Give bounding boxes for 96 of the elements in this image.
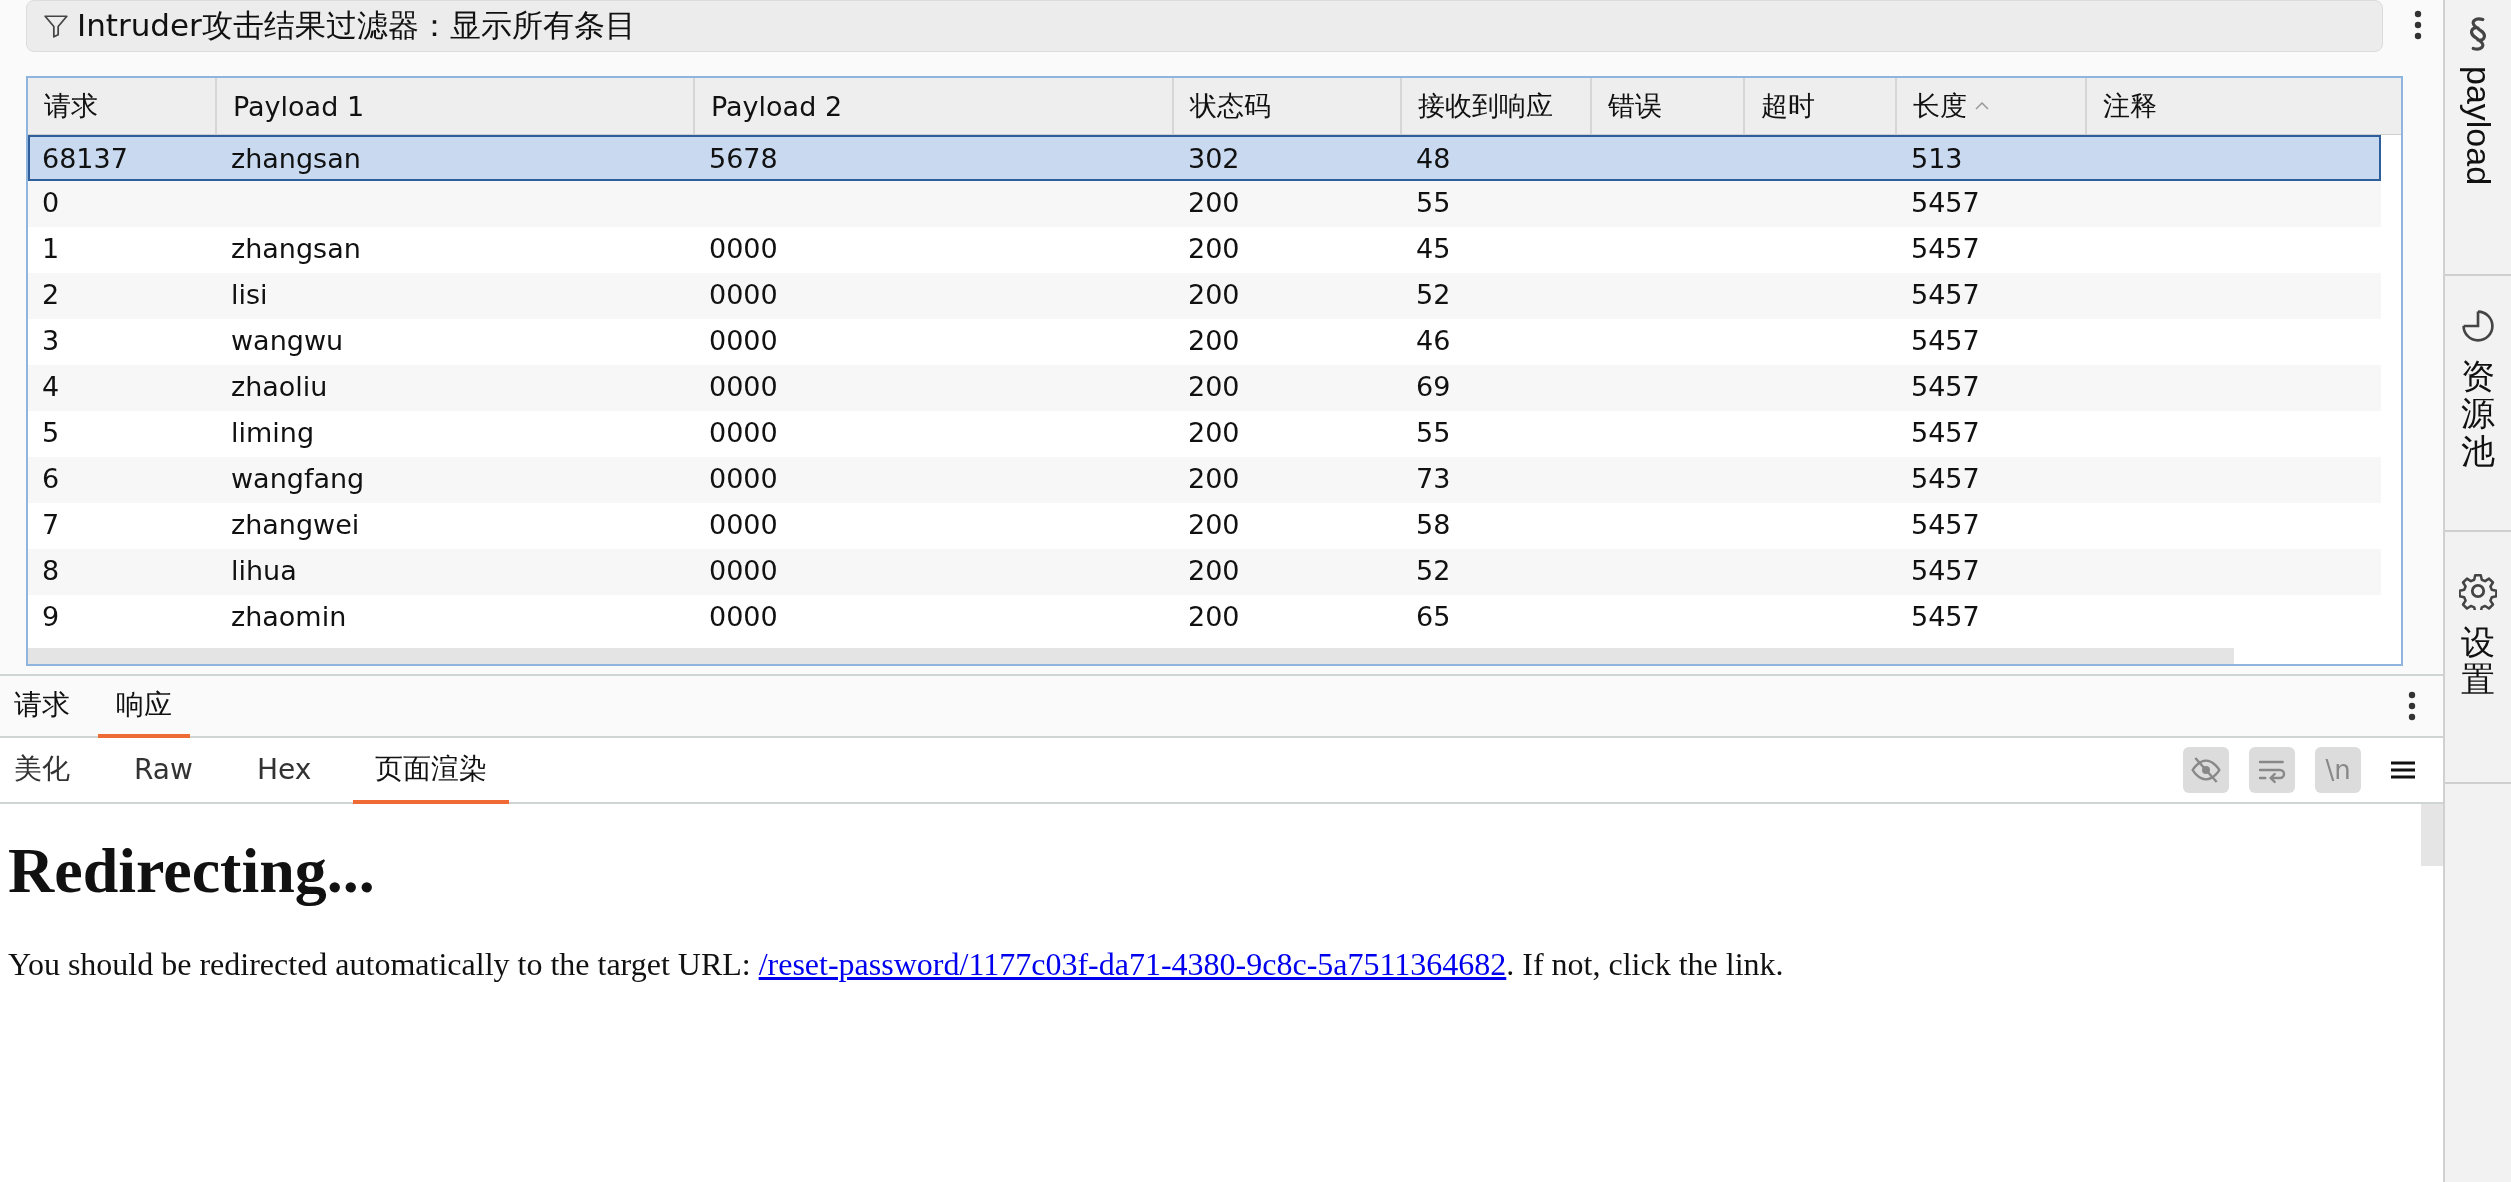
length-cell-text: 5457 xyxy=(1910,324,1981,358)
payload-cell-text: liming xyxy=(230,416,316,450)
word-wrap-icon[interactable] xyxy=(2249,747,2295,793)
status-cell-text: 200 xyxy=(1187,508,1241,542)
table-row[interactable]: 8 lihua 0000 200 52 5457 xyxy=(28,549,2381,595)
payload-cell-text: wangwu xyxy=(230,324,345,358)
payload-cell-text: 0000 xyxy=(708,370,779,404)
view-tab[interactable]: Hex xyxy=(234,738,334,804)
more-options-icon[interactable] xyxy=(2407,691,2417,721)
hide-icon[interactable] xyxy=(2183,747,2229,793)
payload-cell-text: 0000 xyxy=(708,508,779,542)
sidebar-label: 资源池 xyxy=(2461,358,2495,471)
vertical-scrollbar[interactable] xyxy=(2421,804,2443,866)
payload-cell-text: lisi xyxy=(230,278,269,312)
status-cell-text: 200 xyxy=(1187,278,1241,312)
payload-cell-text: zhangwei xyxy=(230,508,361,542)
request-cell-text: 3 xyxy=(41,324,61,358)
request-cell-text: 2 xyxy=(41,278,61,312)
length-cell-text: 5457 xyxy=(1910,278,1981,312)
status-cell-text: 200 xyxy=(1187,186,1241,220)
length-cell-text: 5457 xyxy=(1910,186,1981,220)
table-row[interactable]: 2 lisi 0000 200 52 5457 xyxy=(28,273,2381,319)
response-time-cell-text: 52 xyxy=(1415,278,1452,312)
length-cell-text: 5457 xyxy=(1910,508,1981,542)
response-time-cell-text: 73 xyxy=(1415,462,1452,496)
sidebar-label: 设置 xyxy=(2461,624,2495,699)
sidebar-tab[interactable]: 设置 xyxy=(2445,532,2511,784)
request-cell-text: 68137 xyxy=(41,142,129,176)
view-tab[interactable]: 美化 xyxy=(0,738,92,804)
message-tab[interactable]: 请求 xyxy=(0,676,88,738)
payload-cell-text: zhangsan xyxy=(230,142,362,176)
payload-cell-text: zhaomin xyxy=(230,600,348,634)
payload-cell-text: 0000 xyxy=(708,278,779,312)
payload-cell-text: 0000 xyxy=(708,462,779,496)
sidebar-label: payload xyxy=(2458,66,2498,186)
payload-cell-text: zhaoliu xyxy=(230,370,329,404)
response-time-cell-text: 69 xyxy=(1415,370,1452,404)
request-cell-text: 1 xyxy=(41,232,61,266)
request-cell-text: 7 xyxy=(41,508,61,542)
response-time-cell-text: 55 xyxy=(1415,416,1452,450)
response-time-cell-text: 45 xyxy=(1415,232,1452,266)
view-tab[interactable]: Raw xyxy=(112,738,215,804)
status-cell-text: 200 xyxy=(1187,416,1241,450)
settings-icon xyxy=(2459,572,2497,610)
status-cell-text: 200 xyxy=(1187,370,1241,404)
status-cell-text: 200 xyxy=(1187,600,1241,634)
length-cell-text: 5457 xyxy=(1910,232,1981,266)
payload-cell-text: wangfang xyxy=(230,462,366,496)
payload-cell-text: zhangsan xyxy=(230,232,362,266)
status-cell-text: 200 xyxy=(1187,324,1241,358)
payload-cell-text: 5678 xyxy=(708,142,779,176)
table-row[interactable]: 68137 zhangsan 5678 302 48 513 xyxy=(28,135,2381,181)
length-cell-text: 5457 xyxy=(1910,554,1981,588)
request-cell-text: 0 xyxy=(41,186,61,220)
response-time-cell-text: 48 xyxy=(1415,142,1452,176)
request-cell-text: 6 xyxy=(41,462,61,496)
request-cell-text: 4 xyxy=(41,370,61,404)
response-time-cell-text: 55 xyxy=(1415,186,1452,220)
response-time-cell-text: 52 xyxy=(1415,554,1452,588)
horizontal-scrollbar[interactable] xyxy=(28,648,2234,664)
status-cell-text: 200 xyxy=(1187,462,1241,496)
status-cell-text: 302 xyxy=(1187,142,1241,176)
more-options-icon[interactable] xyxy=(2413,10,2423,40)
response-time-cell-text: 58 xyxy=(1415,508,1452,542)
payload-cell-text: 0000 xyxy=(708,324,779,358)
table-row[interactable]: 0 200 55 5457 xyxy=(28,181,2381,227)
length-cell-text: 5457 xyxy=(1910,416,1981,450)
filter-icon xyxy=(43,13,69,39)
payload-cell-text: 0000 xyxy=(708,600,779,634)
payload-cell-text: 0000 xyxy=(708,554,779,588)
column-header[interactable]: 注释 xyxy=(2087,78,2382,134)
length-cell-text: 5457 xyxy=(1910,462,1981,496)
pie-chart-icon xyxy=(2460,308,2496,344)
sidebar-tab[interactable]: 资源池 xyxy=(2445,276,2511,532)
payload-cell-text: 0000 xyxy=(708,416,779,450)
table-row[interactable]: 4 zhaoliu 0000 200 69 5457 xyxy=(28,365,2381,411)
redirect-link[interactable]: /reset-password/1177c03f-da71-4380-9c8c-5a7511364682 xyxy=(758,946,1507,982)
response-time-cell-text: 46 xyxy=(1415,324,1452,358)
payload-cell-text: lihua xyxy=(230,554,298,588)
status-cell-text: 200 xyxy=(1187,232,1241,266)
request-cell-text: 9 xyxy=(41,600,61,634)
status-cell-text: 200 xyxy=(1187,554,1241,588)
page-heading: Redirecting... xyxy=(8,834,376,908)
length-cell-text: 513 xyxy=(1910,142,1964,176)
redirect-message: You should be redirected automatically to the target URL: /reset-password/1177c03f-da71-4380-9c8c-5a7511364682. If not, click the link. xyxy=(8,946,1785,983)
filter-bar[interactable]: Intruder攻击结果过滤器：显示所有条目 xyxy=(26,0,2383,52)
length-cell-text: 5457 xyxy=(1910,600,1981,634)
table-row[interactable]: 6 wangfang 0000 200 73 5457 xyxy=(28,457,2381,503)
menu-icon[interactable] xyxy=(2391,761,2415,779)
payload-cell-text: 0000 xyxy=(708,232,779,266)
request-cell-text: 8 xyxy=(41,554,61,588)
sidebar-tab[interactable]: payload xyxy=(2445,0,2511,276)
response-time-cell-text: 65 xyxy=(1415,600,1452,634)
request-cell-text: 5 xyxy=(41,416,61,450)
length-cell-text: 5457 xyxy=(1910,370,1981,404)
filter-label: Intruder攻击结果过滤器：显示所有条目 xyxy=(77,6,636,45)
